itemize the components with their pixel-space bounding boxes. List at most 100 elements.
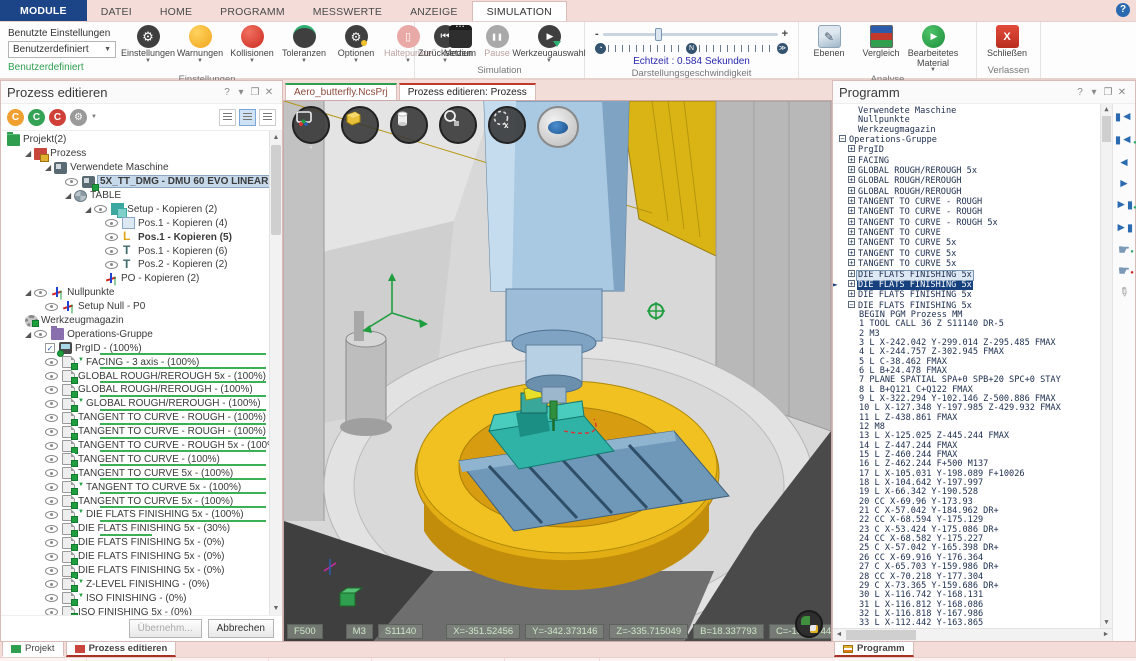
tree-scrollbar[interactable]: ▲ ▼	[269, 131, 282, 615]
tree-row[interactable]: ◢ Setup - Kopieren (2)	[1, 202, 282, 216]
scroll-down-icon[interactable]: ▼	[1101, 617, 1112, 628]
stock-view-button[interactable]: ▼	[341, 106, 379, 151]
scroll-left-icon[interactable]: ◄	[833, 629, 845, 641]
tree-row[interactable]: ◢ Prozess	[1, 147, 282, 161]
tree-row[interactable]: ◢ Pos.2 - Kopieren (2)	[1, 258, 282, 272]
program-tree-row[interactable]: +DIE FLATS FINISHING 5x	[837, 290, 1098, 300]
expand-box-icon[interactable]: +	[848, 249, 855, 256]
close-simulation-button[interactable]: Schließen ▼	[981, 24, 1033, 64]
expander-icon[interactable]: ◢	[65, 191, 71, 200]
scroll-thumb[interactable]	[271, 145, 281, 235]
panel-close-icon[interactable]: ✕	[262, 87, 276, 98]
selection-mode-button[interactable]: x ▼	[488, 106, 526, 151]
help-icon[interactable]: ?	[1116, 3, 1130, 17]
go-to-start-icon[interactable]: ▮◄	[1115, 110, 1132, 124]
tree-row[interactable]: ◢ DIE FLATS FINISHING 5x - (0%)	[1, 550, 282, 564]
visibility-eye-icon[interactable]	[45, 358, 58, 366]
program-tree-row[interactable]: −Operations-Gruppe	[837, 135, 1098, 145]
edit-pencil-icon[interactable]: ✎	[1116, 284, 1131, 300]
visibility-eye-icon[interactable]	[45, 372, 58, 380]
ribbon-tab[interactable]: ANZEIGE	[396, 2, 472, 21]
tree-row[interactable]: ◢ FACING - 3 axis - (100%)	[1, 355, 282, 369]
expand-box-icon[interactable]: +	[848, 290, 855, 297]
list-view-button-3[interactable]	[259, 109, 276, 126]
program-tree-row[interactable]: +TANGENT TO CURVE 5x	[837, 259, 1098, 269]
tree-row[interactable]: ◢ Nullpunkte	[1, 286, 282, 300]
tree-row[interactable]: ◢ TANGENT TO CURVE - (100%)	[1, 452, 282, 466]
program-tree-row[interactable]: Werkzeugmagazin	[837, 126, 1098, 135]
expand-box-icon[interactable]: +	[848, 197, 855, 204]
tree-row[interactable]: ◢ Werkzeugmagazin	[1, 314, 282, 328]
program-tree-row[interactable]: +GLOBAL ROUGH/REROUGH 5x	[837, 166, 1098, 176]
tree-row[interactable]: ◢ DIE FLATS FINISHING 5x - (0%)	[1, 564, 282, 578]
panel-undock-icon[interactable]: ❐	[1101, 87, 1115, 98]
visibility-eye-icon[interactable]	[45, 608, 58, 615]
program-tree-row[interactable]: −DIE FLATS FINISHING 5x	[837, 301, 1098, 311]
panel-help-icon[interactable]: ?	[1073, 87, 1087, 98]
tree-row[interactable]: ◢ Setup Null - P0	[1, 300, 282, 314]
settings-copy-button[interactable]	[70, 109, 87, 126]
expand-box-icon[interactable]: +	[848, 270, 855, 277]
bottom-tab[interactable]: Prozess editieren	[66, 642, 177, 657]
visibility-eye-icon[interactable]	[45, 414, 58, 422]
expand-box-icon[interactable]: +	[848, 280, 855, 287]
program-tree-and-code[interactable]: Verwendete Maschine Nullpunkte Werkzeugm…	[833, 104, 1112, 628]
visibility-eye-icon[interactable]	[45, 428, 58, 436]
expand-box-icon[interactable]: +	[848, 187, 855, 194]
apply-button[interactable]: Übernehm...	[129, 619, 202, 638]
expander-icon[interactable]: ◢	[25, 330, 31, 339]
tree-row[interactable]: ◢ GLOBAL ROUGH/REROUGH - (100%)	[1, 397, 282, 411]
speed-plus[interactable]: +	[782, 28, 788, 40]
tree-row[interactable]: ◢ TANGENT TO CURVE 5x - (100%)	[1, 494, 282, 508]
used-settings-select[interactable]: Benutzerdefiniert ▼	[8, 41, 116, 58]
scroll-thumb[interactable]	[1102, 116, 1111, 142]
program-tree-row[interactable]: +FACING	[837, 156, 1098, 166]
panel-close-icon[interactable]: ✕	[1115, 87, 1129, 98]
ribbon-tab[interactable]: MODULE	[0, 0, 87, 21]
tree-row[interactable]: ◢ DIE FLATS FINISHING 5x - (0%)	[1, 536, 282, 550]
speed-slider-handle[interactable]	[655, 28, 662, 41]
zoom-view-button[interactable]: ▼	[439, 106, 477, 151]
tree-row[interactable]: ◢ Pos.1 - Kopieren (4)	[1, 216, 282, 230]
program-tree-row[interactable]: +DIE FLATS FINISHING 5x	[837, 280, 1098, 290]
program-tree-row[interactable]: +TANGENT TO CURVE - ROUGH 5x	[837, 218, 1098, 228]
add-stop-condition-icon[interactable]: ☛	[1118, 244, 1130, 256]
list-view-button-1[interactable]	[219, 109, 236, 126]
go-to-end-icon[interactable]: ►▮	[1115, 221, 1132, 235]
visibility-eye-icon[interactable]	[45, 497, 58, 505]
scroll-up-icon[interactable]: ▲	[270, 131, 282, 144]
tree-row[interactable]: ◢ Operations-Gruppe	[1, 327, 282, 341]
tree-row[interactable]: ◢ ISO FINISHING - (0%)	[1, 591, 282, 605]
program-tree-row[interactable]: +TANGENT TO CURVE 5x	[837, 238, 1098, 248]
machine-view-button[interactable]: ▼	[292, 106, 330, 151]
ribbon-button[interactable]: Einstellungen ▼	[122, 24, 174, 64]
tree-row[interactable]: ◢ ISO FINISHING 5x - (0%)	[1, 605, 282, 615]
tree-row[interactable]: ◢ TANGENT TO CURVE - ROUGH 5x - (100%)	[1, 439, 282, 453]
expander-icon[interactable]: ◢	[45, 163, 51, 172]
expand-box-icon[interactable]: −	[839, 135, 846, 142]
tree-row[interactable]: ◢ TANGENT TO CURVE - ROUGH - (100%)	[1, 425, 282, 439]
visibility-eye-icon[interactable]	[34, 330, 47, 338]
visibility-eye-icon[interactable]	[65, 178, 78, 186]
bottom-tab[interactable]: Programm	[834, 642, 914, 657]
axis-indicator-gadget[interactable]	[795, 610, 823, 638]
chevron-down-icon[interactable]: ▼	[91, 114, 97, 120]
ribbon-button[interactable]: Vergleich ▼	[855, 24, 907, 73]
tree-row[interactable]: ◢ 5X_TT_DMG - DMU 60 EVO LINEAR	[1, 175, 282, 189]
tree-row[interactable]: ◢ Verwendete Maschine	[1, 161, 282, 175]
tree-row[interactable]: ◢ TANGENT TO CURVE 5x - (100%)	[1, 466, 282, 480]
ribbon-tab[interactable]: SIMULATION	[472, 1, 567, 21]
forward-to-collision-icon[interactable]: ►▮	[1115, 198, 1132, 212]
program-tree-row[interactable]: +TANGENT TO CURVE	[837, 228, 1098, 238]
tree-row[interactable]: ◢ PrgID - (100%)	[1, 341, 282, 355]
expander-icon[interactable]: ◢	[25, 288, 31, 297]
panel-menu-icon[interactable]: ▾	[1087, 87, 1101, 98]
copy-orange-button[interactable]	[7, 109, 24, 126]
expand-box-icon[interactable]: −	[848, 301, 855, 308]
visibility-eye-icon[interactable]	[45, 539, 58, 547]
expand-box-icon[interactable]: +	[848, 176, 855, 183]
viewport-tab[interactable]: Aero_butterfly.NcsPrj	[285, 83, 397, 100]
back-to-collision-icon[interactable]: ▮◄	[1115, 133, 1132, 147]
remove-stop-condition-icon[interactable]: ☛	[1118, 265, 1130, 277]
tree-row[interactable]: ◢ GLOBAL ROUGH/REROUGH - (100%)	[1, 383, 282, 397]
